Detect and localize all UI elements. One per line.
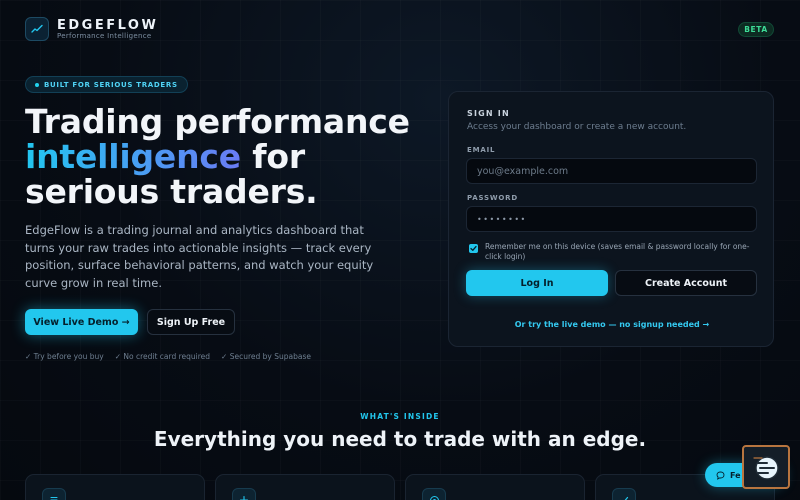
plus-chart-icon: [232, 488, 256, 500]
remember-me-label: Remember me on this device (saves email …: [485, 242, 750, 261]
trust-indicators: ✓ Try before you buy ✓ No credit card re…: [25, 352, 311, 361]
sign-up-free-button[interactable]: Sign Up Free: [147, 309, 235, 335]
feature-card[interactable]: [405, 474, 585, 500]
audience-pill: BUILT FOR SERIOUS TRADERS: [25, 76, 188, 93]
sign-in-subtitle: Access your dashboard or create a new ac…: [467, 122, 687, 132]
checkmark-icon: [470, 245, 477, 251]
section-eyebrow: WHAT'S INSIDE: [360, 412, 440, 421]
feature-card[interactable]: [215, 474, 395, 500]
floating-widget[interactable]: [742, 445, 790, 489]
trust-item: ✓ Try before you buy: [25, 352, 104, 361]
log-in-button[interactable]: Log In: [466, 270, 608, 296]
trust-item: ✓ Secured by Supabase: [221, 352, 311, 361]
email-field[interactable]: you@example.com: [466, 158, 757, 184]
remember-me-row[interactable]: Remember me on this device (saves email …: [469, 242, 759, 262]
trust-item: ✓ No credit card required: [114, 352, 211, 361]
chart-trend-icon: [31, 24, 43, 33]
logo[interactable]: [25, 17, 49, 41]
beta-badge: BETA: [738, 22, 774, 37]
hero-title-line1: Trading performance: [25, 102, 410, 141]
section-title: Everything you need to trade with an edg…: [153, 427, 647, 451]
remember-me-checkbox[interactable]: [469, 244, 478, 253]
hero-title-accent: intelligence: [25, 137, 241, 176]
hero-title-line3: serious traders.: [25, 172, 318, 211]
hero-title: Trading performance intelligence for ser…: [25, 104, 425, 209]
email-label: EMAIL: [467, 146, 496, 154]
password-field[interactable]: ••••••••: [466, 206, 757, 232]
brand-tagline: Performance Intelligence: [57, 32, 152, 40]
hero-title-after-accent: for: [240, 137, 305, 176]
feedback-label: Fe: [730, 470, 741, 480]
password-label: PASSWORD: [467, 194, 518, 202]
feature-card[interactable]: [25, 474, 205, 500]
pill-dot-icon: [35, 82, 39, 87]
target-icon: [422, 488, 446, 500]
brand-name: EDGEFLOW: [57, 18, 159, 33]
chat-bubble-icon: [716, 471, 725, 480]
journal-icon: [42, 488, 66, 500]
live-demo-link[interactable]: Or try the live demo — no signup needed …: [449, 320, 775, 329]
create-account-button[interactable]: Create Account: [615, 270, 757, 296]
pill-label: BUILT FOR SERIOUS TRADERS: [44, 80, 178, 89]
list-toggle-icon: [753, 456, 779, 480]
sign-in-title: SIGN IN: [467, 109, 510, 118]
check-icon: [612, 488, 636, 500]
view-live-demo-button[interactable]: View Live Demo →: [25, 309, 138, 335]
hero-description: EdgeFlow is a trading journal and analyt…: [25, 223, 374, 290]
sign-in-card: SIGN IN Access your dashboard or create …: [448, 91, 774, 347]
